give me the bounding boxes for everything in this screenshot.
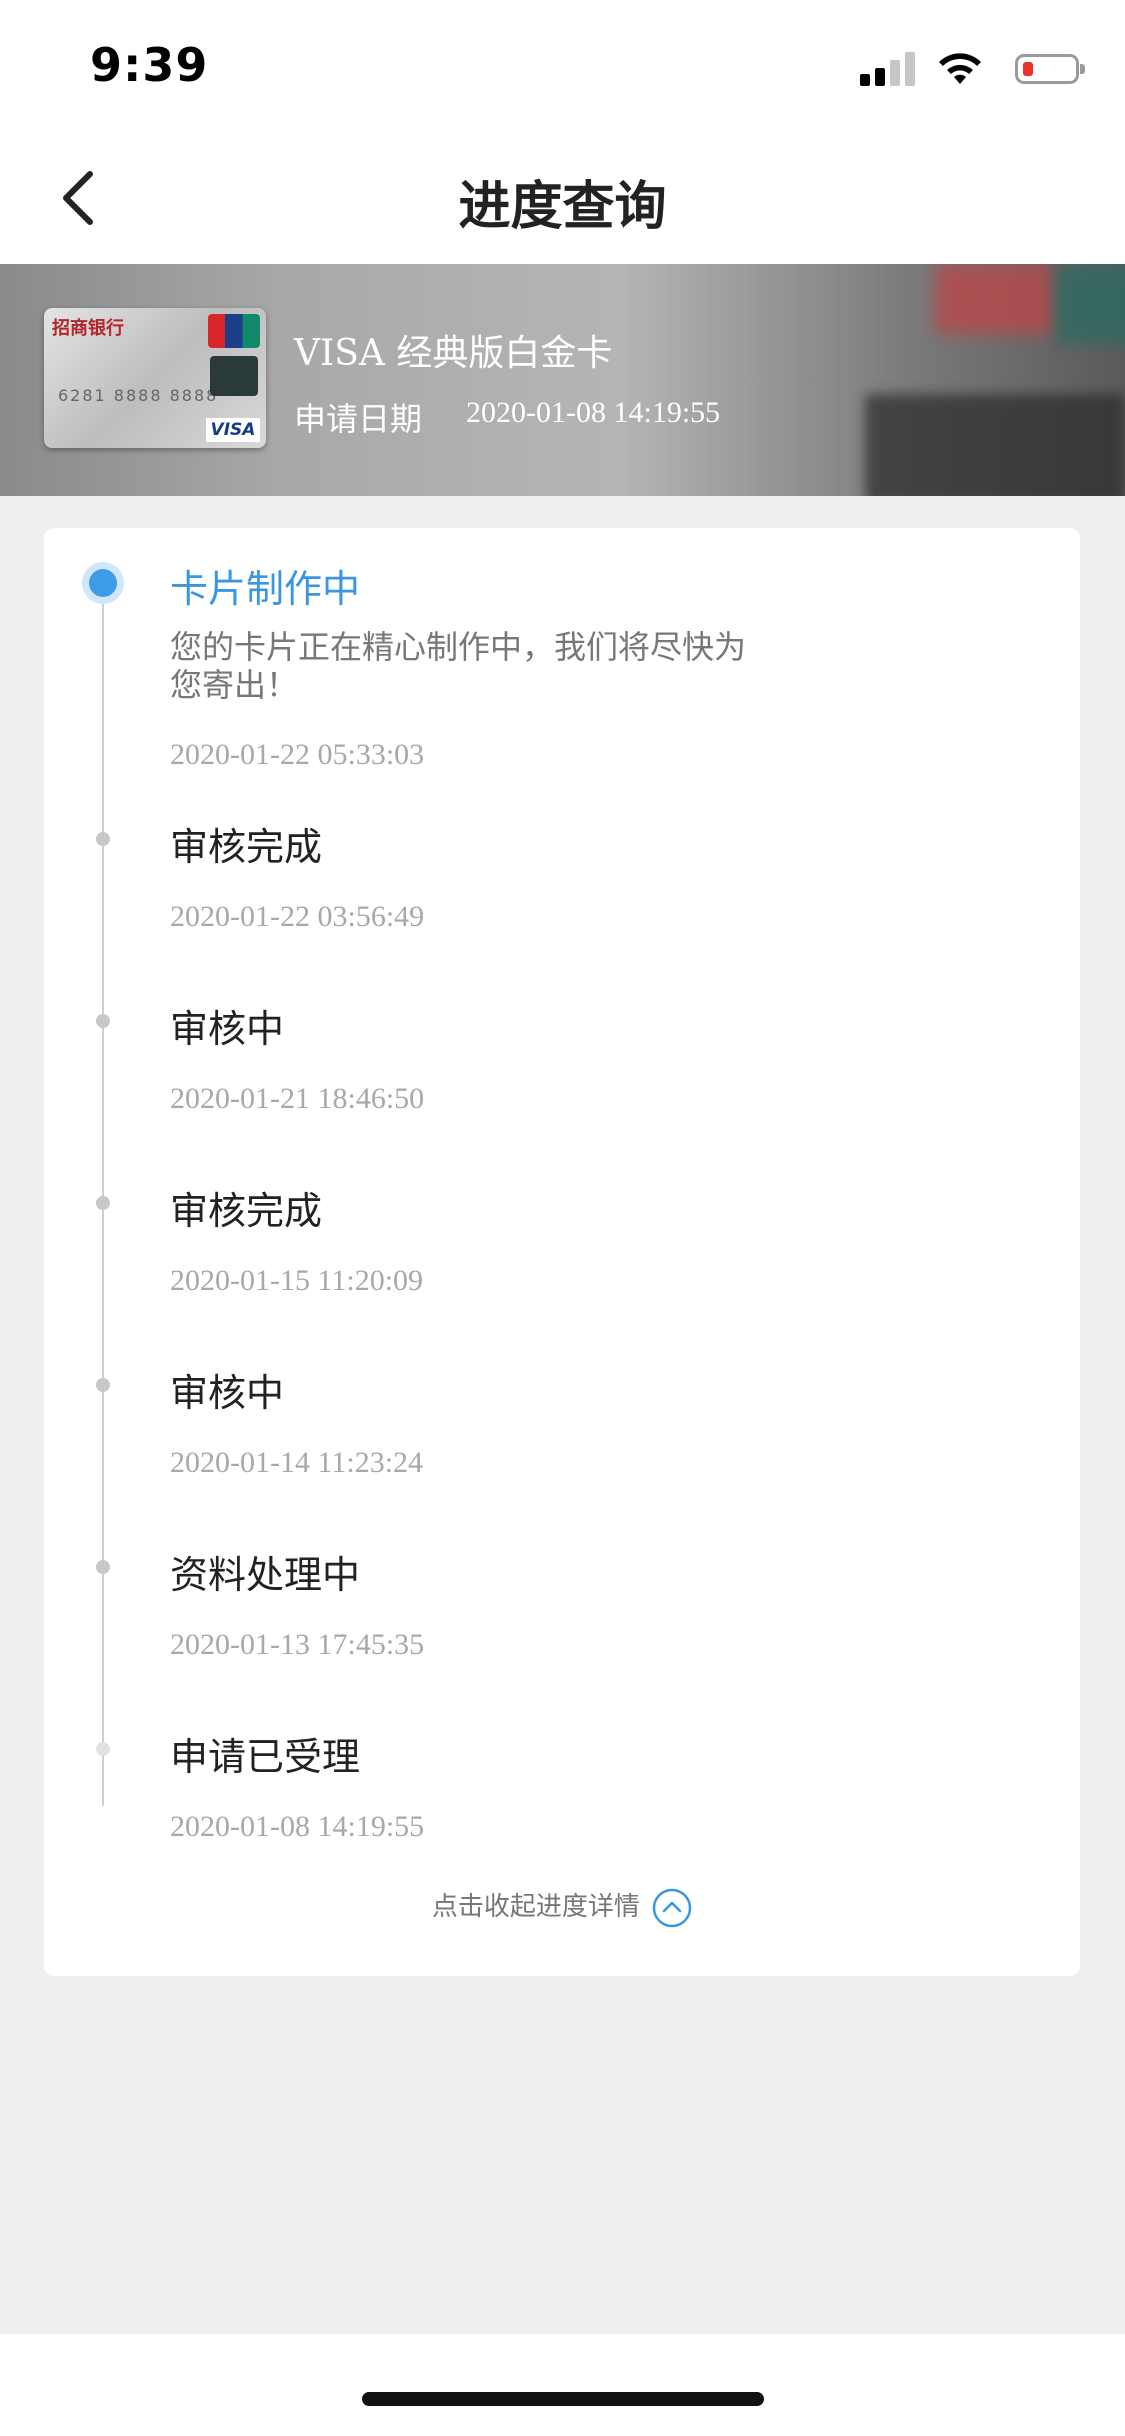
step-title: 申请已受理	[170, 1735, 361, 1779]
bank-logo: 招商银行	[52, 318, 124, 339]
unionpay-logo-icon	[208, 314, 260, 348]
step-time: 2020-01-22 03:56:49	[170, 900, 425, 933]
status-time: 9:39	[90, 38, 209, 92]
timeline-dot	[96, 1742, 110, 1756]
step-title: 审核完成	[170, 825, 323, 869]
step-description: 您的卡片正在精心制作中，我们将尽快为您寄出！	[170, 628, 747, 704]
step-title: 资料处理中	[170, 1553, 361, 1597]
step-title: 卡片制作中	[170, 567, 361, 611]
battery-low-icon	[1015, 54, 1085, 84]
timeline-dot	[96, 832, 110, 846]
step-time: 2020-01-22 05:33:03	[170, 738, 425, 771]
card-banner: 招商银行 6281 8888 8888 VISA VISA 经典版白金卡 申请日…	[0, 264, 1125, 496]
home-indicator-area	[0, 2334, 1125, 2436]
page-title: 进度查询	[458, 177, 667, 237]
step-title: 审核完成	[170, 1189, 323, 1233]
step-time: 2020-01-15 11:20:09	[170, 1264, 424, 1297]
timeline-dot	[96, 1014, 110, 1028]
step-time: 2020-01-21 18:46:50	[170, 1082, 425, 1115]
step-title: 审核中	[170, 1007, 285, 1051]
apply-date-value: 2020-01-08 14:19:55	[466, 396, 721, 429]
progress-panel: 卡片制作中 您的卡片正在精心制作中，我们将尽快为您寄出！ 2020-01-22 …	[44, 528, 1080, 1976]
timeline-dot-active	[82, 562, 124, 604]
apply-date-label: 申请日期	[294, 400, 423, 438]
wifi-icon	[939, 53, 981, 84]
step-title: 审核中	[170, 1371, 285, 1415]
home-indicator[interactable]	[362, 2392, 764, 2406]
visa-logo-icon: VISA	[206, 418, 260, 442]
collapse-details-label: 点击收起进度详情	[431, 1892, 640, 1922]
nav-bar: 进度查询	[0, 132, 1125, 264]
chevron-up-circle-icon[interactable]	[652, 1888, 692, 1928]
credit-card-image: 招商银行 6281 8888 8888 VISA	[44, 308, 266, 448]
status-bar: 9:39	[0, 0, 1125, 132]
cellular-signal-icon	[860, 50, 916, 86]
timeline-dot	[96, 1378, 110, 1392]
timeline-line	[102, 584, 104, 1806]
card-hologram-icon	[210, 356, 258, 396]
timeline-dot	[96, 1560, 110, 1574]
timeline-dot	[96, 1196, 110, 1210]
step-time: 2020-01-13 17:45:35	[170, 1628, 425, 1661]
step-time: 2020-01-14 11:23:24	[170, 1446, 424, 1479]
card-number-art: 6281 8888 8888	[58, 386, 219, 405]
collapse-details-button[interactable]: 点击收起进度详情	[44, 1886, 1080, 1928]
step-time: 2020-01-08 14:19:55	[170, 1810, 425, 1843]
card-name: VISA 经典版白金卡	[294, 333, 613, 374]
